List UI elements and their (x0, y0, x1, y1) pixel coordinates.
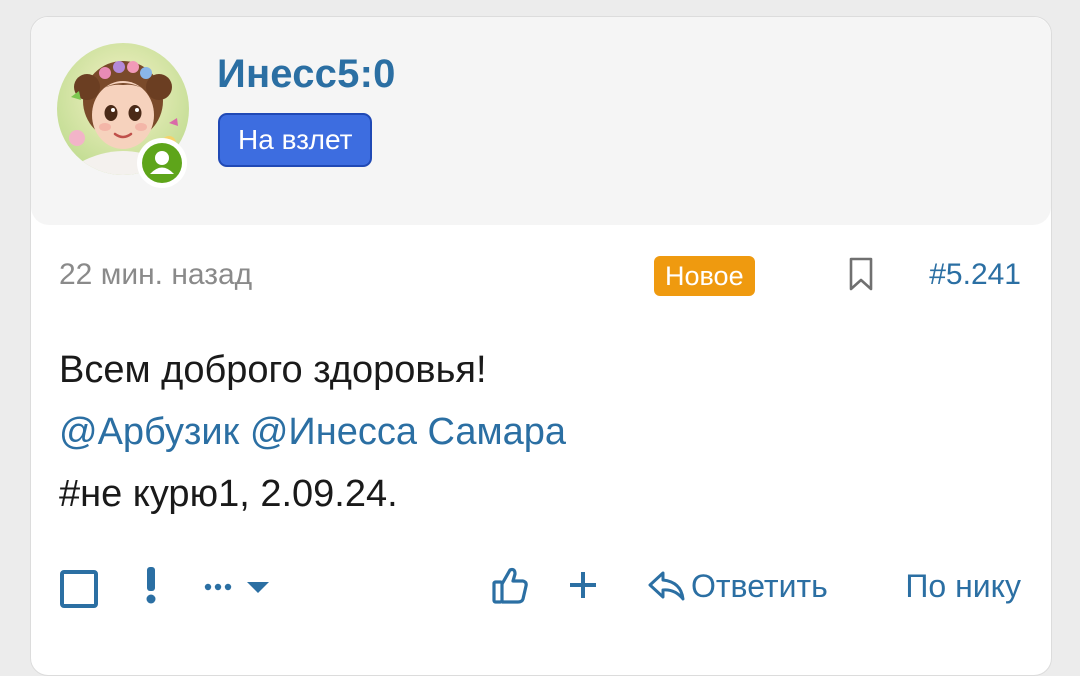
thumbs-up-icon[interactable] (491, 565, 529, 610)
user-online-icon (142, 143, 182, 183)
post-user-header: Инесс5:0 На взлет (31, 17, 1051, 225)
user-title-badge: На взлет (218, 113, 373, 167)
bookmark-icon[interactable] (847, 256, 875, 297)
post-actions-bar: Ответить По нику (31, 565, 1051, 615)
post-mentions-line: @Арбузик @Инесса Самара (59, 401, 566, 463)
post-timestamp[interactable]: 22 мин. назад (59, 257, 252, 293)
reply-by-nick-link[interactable]: По нику (905, 565, 1021, 607)
mention-link[interactable]: @Арбузик (59, 411, 239, 453)
mention-link[interactable]: @Инесса Самара (250, 411, 566, 453)
post-text-line: #не курю1, 2.09.24. (59, 473, 398, 515)
reply-button[interactable]: Ответить (647, 565, 828, 607)
reply-arrow-icon (648, 571, 685, 601)
checkbox-icon[interactable] (59, 569, 99, 614)
plus-icon[interactable] (568, 570, 598, 605)
username-link[interactable]: Инесс5:0 (217, 51, 396, 97)
post-text-line: Всем доброго здоровья! (59, 349, 487, 391)
more-dots-icon[interactable] (203, 575, 273, 604)
post-number-link[interactable]: #5.241 (929, 257, 1021, 293)
reply-label: Ответить (691, 568, 828, 604)
online-status-badge (137, 138, 187, 188)
exclamation-icon[interactable] (141, 565, 161, 610)
post-body: Всем доброго здоровья! @Арбузик @Инесса … (59, 339, 566, 525)
new-badge: Новое (654, 256, 755, 296)
post-card: Инесс5:0 На взлет 22 мин. назад Новое #5… (30, 16, 1052, 676)
